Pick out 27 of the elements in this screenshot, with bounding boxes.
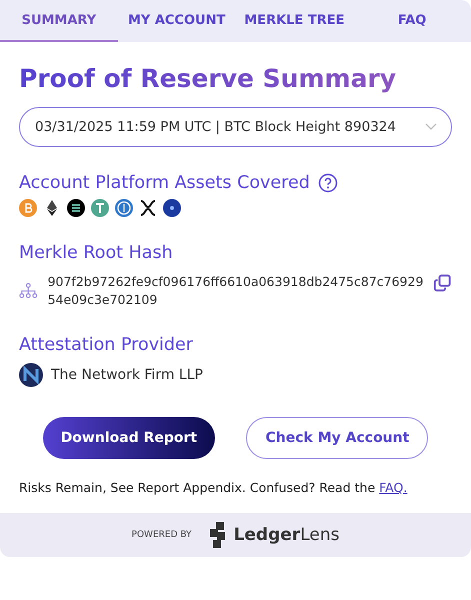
provider-name: The Network Firm LLP [51, 367, 203, 383]
dollar-coin-icon [115, 199, 133, 217]
cubes-logo-icon [210, 522, 226, 548]
stripes-coin-icon [67, 199, 85, 217]
tab[interactable]: MY ACCOUNT [118, 0, 236, 42]
help-icon[interactable] [318, 173, 338, 193]
merkle-hash: 907f2b97262fe9cf096176ff6610a063918db2475c87c76929 54e09c3e702109 [48, 273, 424, 309]
section-heading: Account Platform Assets Covered [19, 173, 310, 193]
tab[interactable]: FAQ [353, 0, 471, 42]
download-button[interactable]: Download Report [42, 417, 216, 459]
faq-link[interactable]: FAQ. [379, 480, 408, 495]
section-heading: Attestation Provider [19, 335, 193, 355]
check-account-button[interactable]: Check My Account [246, 417, 428, 459]
powered-by-label: POWERED BY [132, 530, 192, 540]
tab[interactable]: MERKLE TREE [236, 0, 354, 42]
provider-logo-icon [19, 363, 43, 387]
risk-notice: Risks Remain, See Report Appendix. Confused? Read the FAQ. [19, 480, 408, 495]
snapshot-select[interactable]: 03/31/2025 11:59 PM UTC | BTC Block Height 890324 [19, 107, 452, 147]
brand-name: LedgerLens [234, 525, 340, 545]
copy-icon[interactable] [433, 273, 452, 293]
tether-coin-icon [91, 199, 109, 217]
hierarchy-icon [19, 282, 38, 300]
dot-coin-icon [163, 199, 181, 217]
x-coin-icon [139, 199, 157, 217]
bitcoin-coin-icon [19, 199, 37, 217]
section-heading: Merkle Root Hash [19, 243, 173, 263]
chevron-down-icon [425, 123, 437, 131]
